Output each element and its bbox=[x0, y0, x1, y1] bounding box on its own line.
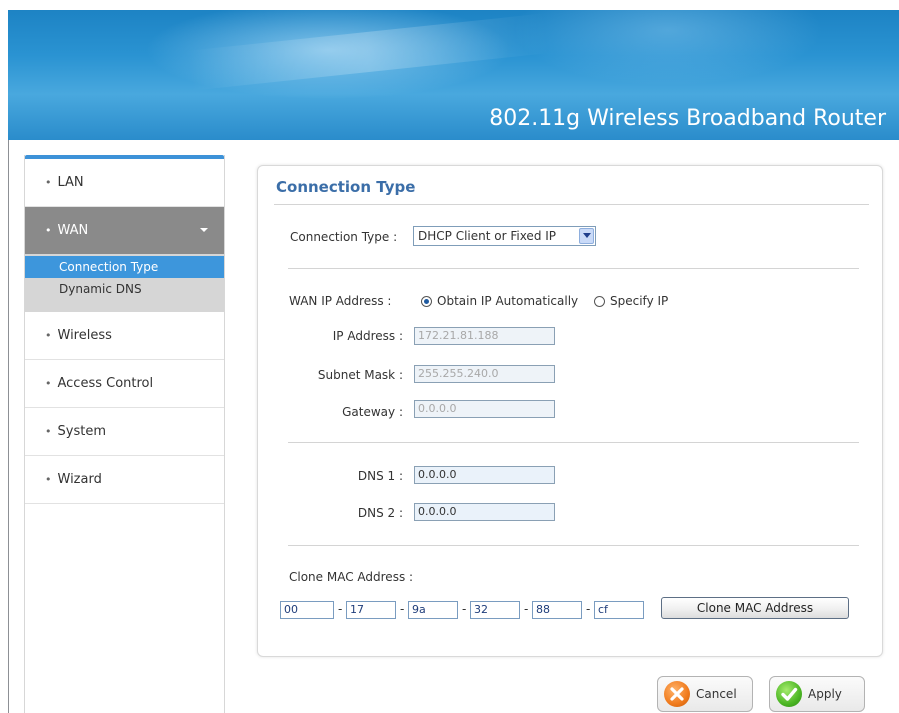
gateway-label: Gateway : bbox=[342, 405, 403, 419]
submenu-item-dynamic-dns[interactable]: Dynamic DNS bbox=[25, 278, 224, 300]
frame-edge bbox=[8, 140, 9, 713]
dns1-field[interactable]: 0.0.0.0 bbox=[414, 466, 555, 484]
sidebar-item-label: Access Control bbox=[57, 376, 154, 391]
sidebar-item-lan[interactable]: • LAN bbox=[25, 159, 224, 207]
obtain-ip-auto-radio[interactable] bbox=[421, 296, 432, 307]
connection-type-label: Connection Type : bbox=[290, 230, 398, 244]
sidebar-item-wan[interactable]: • WAN bbox=[25, 207, 224, 254]
sidebar: • LAN • WAN Connection Type Dynamic DNS • W… bbox=[24, 155, 225, 713]
section-divider bbox=[288, 442, 859, 443]
mac-octet-5[interactable]: 88 bbox=[532, 601, 582, 619]
dns2-field[interactable]: 0.0.0.0 bbox=[414, 503, 555, 521]
apply-label: Apply bbox=[808, 687, 842, 701]
gateway-field[interactable]: 0.0.0.0 bbox=[414, 400, 555, 418]
connection-type-value: DHCP Client or Fixed IP bbox=[418, 229, 557, 243]
apply-button[interactable]: Apply bbox=[769, 676, 865, 712]
mac-octet-2[interactable]: 17 bbox=[346, 601, 396, 619]
clone-mac-label: Clone MAC Address : bbox=[289, 570, 414, 584]
bullet-icon: • bbox=[45, 473, 52, 486]
router-model-title: 802.11g Wireless Broadband Router bbox=[489, 106, 886, 131]
dns2-label: DNS 2 : bbox=[357, 506, 403, 520]
dropdown-arrow-icon[interactable] bbox=[579, 228, 594, 244]
clone-mac-button[interactable]: Clone MAC Address bbox=[661, 597, 849, 619]
obtain-ip-auto-label: Obtain IP Automatically bbox=[437, 294, 579, 308]
wan-ip-label: WAN IP Address : bbox=[289, 294, 392, 308]
mac-separator: - bbox=[338, 602, 343, 616]
specify-ip-radio[interactable] bbox=[594, 296, 605, 307]
section-divider bbox=[288, 268, 859, 269]
section-divider bbox=[288, 545, 859, 546]
mac-octet-4[interactable]: 32 bbox=[470, 601, 520, 619]
checkmark-icon bbox=[776, 681, 802, 707]
mac-octet-1[interactable]: 00 bbox=[280, 601, 334, 619]
caret-down-icon bbox=[200, 228, 208, 232]
mac-separator: - bbox=[462, 602, 467, 616]
mac-separator: - bbox=[586, 602, 591, 616]
subnet-mask-label: Subnet Mask : bbox=[317, 368, 403, 382]
bullet-icon: • bbox=[45, 377, 52, 390]
wan-submenu: Connection Type Dynamic DNS bbox=[25, 254, 224, 312]
subnet-mask-field[interactable]: 255.255.240.0 bbox=[414, 365, 555, 383]
sidebar-item-label: LAN bbox=[57, 175, 84, 190]
submenu-item-connection-type[interactable]: Connection Type bbox=[25, 256, 224, 278]
mac-separator: - bbox=[400, 602, 405, 616]
bullet-icon: • bbox=[45, 329, 52, 342]
specify-ip-label: Specify IP bbox=[610, 294, 669, 308]
title-divider bbox=[274, 204, 869, 205]
connection-type-select[interactable]: DHCP Client or Fixed IP bbox=[413, 226, 596, 246]
header-banner: 802.11g Wireless Broadband Router bbox=[8, 10, 899, 140]
cancel-icon bbox=[664, 681, 690, 707]
sidebar-item-wizard[interactable]: • Wizard bbox=[25, 456, 224, 504]
mac-octet-6[interactable]: cf bbox=[594, 601, 644, 619]
sidebar-item-label: Wizard bbox=[57, 472, 102, 487]
cancel-label: Cancel bbox=[696, 687, 737, 701]
panel-title: Connection Type bbox=[276, 178, 416, 196]
sidebar-item-label: WAN bbox=[57, 223, 89, 238]
bullet-icon: • bbox=[45, 176, 52, 189]
sidebar-item-label: System bbox=[57, 424, 106, 439]
mac-separator: - bbox=[524, 602, 529, 616]
sidebar-item-wireless[interactable]: • Wireless bbox=[25, 312, 224, 360]
bullet-icon: • bbox=[45, 425, 52, 438]
cancel-button[interactable]: Cancel bbox=[657, 676, 753, 712]
dns1-label: DNS 1 : bbox=[357, 469, 403, 483]
sidebar-item-system[interactable]: • System bbox=[25, 408, 224, 456]
mac-octet-3[interactable]: 9a bbox=[408, 601, 458, 619]
ip-address-field[interactable]: 172.21.81.188 bbox=[414, 327, 555, 345]
banner-decoration bbox=[186, 13, 550, 91]
sidebar-item-access-control[interactable]: • Access Control bbox=[25, 360, 224, 408]
bullet-icon: • bbox=[45, 224, 52, 237]
sidebar-item-label: Wireless bbox=[57, 328, 112, 343]
connection-type-panel: Connection Type Connection Type : DHCP C… bbox=[257, 165, 883, 657]
ip-address-label: IP Address : bbox=[332, 329, 403, 343]
